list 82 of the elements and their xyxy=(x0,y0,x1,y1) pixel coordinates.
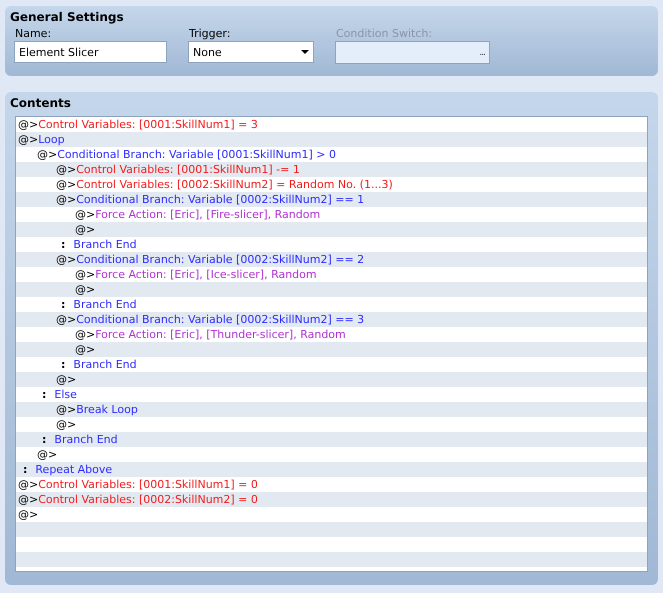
list-row[interactable]: @> xyxy=(16,372,647,387)
line-marker: @> xyxy=(56,163,76,176)
list-row[interactable]: @> xyxy=(16,222,647,237)
command-text: Force Action: [Eric], [Fire-slicer], Random xyxy=(95,208,320,221)
command-text: Branch End xyxy=(73,238,137,251)
list-row[interactable]: @> xyxy=(16,282,647,297)
list-row[interactable]: @>Break Loop xyxy=(16,402,647,417)
line-marker: @> xyxy=(75,268,96,281)
command-text: Conditional Branch: Variable [0001:SkillNum1] > 0 xyxy=(57,148,336,161)
command-text: Repeat Above xyxy=(35,463,112,476)
list-row[interactable]: : Branch End xyxy=(16,432,647,447)
line-marker: : xyxy=(60,358,66,371)
line-marker: @> xyxy=(56,253,76,266)
command-text: Control Variables: [0001:SkillNum1] = 3 xyxy=(38,118,258,131)
command-text: Branch End xyxy=(54,433,118,446)
list-row[interactable]: @>Control Variables: [0001:SkillNum1] = 3 xyxy=(16,117,647,132)
list-row[interactable]: : Repeat Above xyxy=(16,462,647,477)
list-row[interactable]: @>Conditional Branch: Variable [0001:SkillNum1] > 0 xyxy=(16,147,647,162)
list-row[interactable]: @>Loop xyxy=(16,132,647,147)
field-label: Name: xyxy=(14,26,52,41)
command-text: Branch End xyxy=(73,358,137,371)
list-row[interactable]: @> xyxy=(16,417,647,432)
line-marker: : xyxy=(41,388,48,401)
trigger-dropdown[interactable]: None xyxy=(188,41,314,63)
line-marker: : xyxy=(60,238,66,251)
line-marker: @> xyxy=(75,343,96,356)
list-row[interactable]: @>Conditional Branch: Variable [0002:SkillNum2] == 3 xyxy=(16,312,647,327)
line-marker: @> xyxy=(56,313,76,326)
list-row[interactable]: @>Control Variables: [0002:SkillNum2] = Random No. (1...3) xyxy=(16,177,647,192)
panel-title: General Settings xyxy=(9,10,125,26)
line-marker: @> xyxy=(56,373,76,386)
line-marker: @> xyxy=(75,208,96,221)
list-row[interactable]: : Branch End xyxy=(16,357,647,372)
list-row[interactable]: @>Force Action: [Eric], [Fire-slicer], Random xyxy=(16,207,647,222)
list-row[interactable]: @>Control Variables: [0001:SkillNum1] = 0 xyxy=(16,477,647,492)
list-row[interactable]: : Branch End xyxy=(16,297,647,312)
command-text: Control Variables: [0002:SkillNum2] = Random No. (1...3) xyxy=(76,178,393,191)
list-row[interactable]: @> xyxy=(16,342,647,357)
command-text: Conditional Branch: Variable [0002:SkillNum2] == 1 xyxy=(76,193,364,206)
list-row[interactable]: @>Conditional Branch: Variable [0002:SkillNum2] == 2 xyxy=(16,252,647,267)
list-row[interactable]: @> xyxy=(16,447,647,462)
list-row[interactable]: @> xyxy=(16,507,647,522)
list-row[interactable]: @>Control Variables: [0001:SkillNum1] -= 1 xyxy=(16,162,647,177)
list-row[interactable]: : Else xyxy=(16,387,647,402)
line-marker: @> xyxy=(75,283,96,296)
line-marker: @> xyxy=(75,328,96,341)
command-text: Control Variables: [0002:SkillNum2] = 0 xyxy=(38,493,258,506)
line-marker: @> xyxy=(37,148,58,161)
line-marker: @> xyxy=(75,223,96,236)
line-marker: @> xyxy=(18,493,38,506)
line-marker: @> xyxy=(18,478,38,491)
command-text: Loop xyxy=(38,133,65,146)
list-row[interactable]: @>Conditional Branch: Variable [0002:SkillNum2] == 1 xyxy=(16,192,647,207)
command-text: Conditional Branch: Variable [0002:SkillNum2] == 3 xyxy=(76,313,364,326)
line-marker: @> xyxy=(18,133,38,146)
field-label: Trigger: xyxy=(188,26,232,41)
line-marker: : xyxy=(60,298,66,311)
command-text: Control Variables: [0001:SkillNum1] = 0 xyxy=(38,478,258,491)
command-text: Break Loop xyxy=(76,403,138,416)
line-marker: @> xyxy=(56,418,76,431)
line-marker: @> xyxy=(56,193,76,206)
list-row[interactable]: @>Force Action: [Eric], [Thunder-slicer], Random xyxy=(16,327,647,342)
command-text: Conditional Branch: Variable [0002:SkillNum2] == 2 xyxy=(76,253,364,266)
list-row[interactable]: @>Control Variables: [0002:SkillNum2] = 0 xyxy=(16,492,647,507)
line-marker: : xyxy=(41,433,48,446)
line-marker: @> xyxy=(56,403,76,416)
command-text: Force Action: [Eric], [Thunder-slicer], Random xyxy=(95,328,346,341)
caret-icon xyxy=(301,50,309,54)
line-marker: @> xyxy=(18,118,38,131)
command-text: Control Variables: [0001:SkillNum1] -= 1 xyxy=(76,163,300,176)
line-marker: @> xyxy=(37,448,58,461)
command-text: Force Action: [Eric], [Ice-slicer], Random xyxy=(95,268,317,281)
name-input-field[interactable]: Element Slicer xyxy=(14,41,167,63)
command-text: Else xyxy=(54,388,77,401)
field-label: Condition Switch: xyxy=(335,26,434,41)
command-text: Branch End xyxy=(73,298,137,311)
list-row[interactable]: : Branch End xyxy=(16,237,647,252)
panel-title: Contents xyxy=(9,96,72,112)
line-marker: @> xyxy=(18,508,38,521)
line-marker: @> xyxy=(56,178,76,191)
list-row[interactable]: @>Force Action: [Eric], [Ice-slicer], Random xyxy=(16,267,647,282)
line-marker: : xyxy=(22,463,28,476)
